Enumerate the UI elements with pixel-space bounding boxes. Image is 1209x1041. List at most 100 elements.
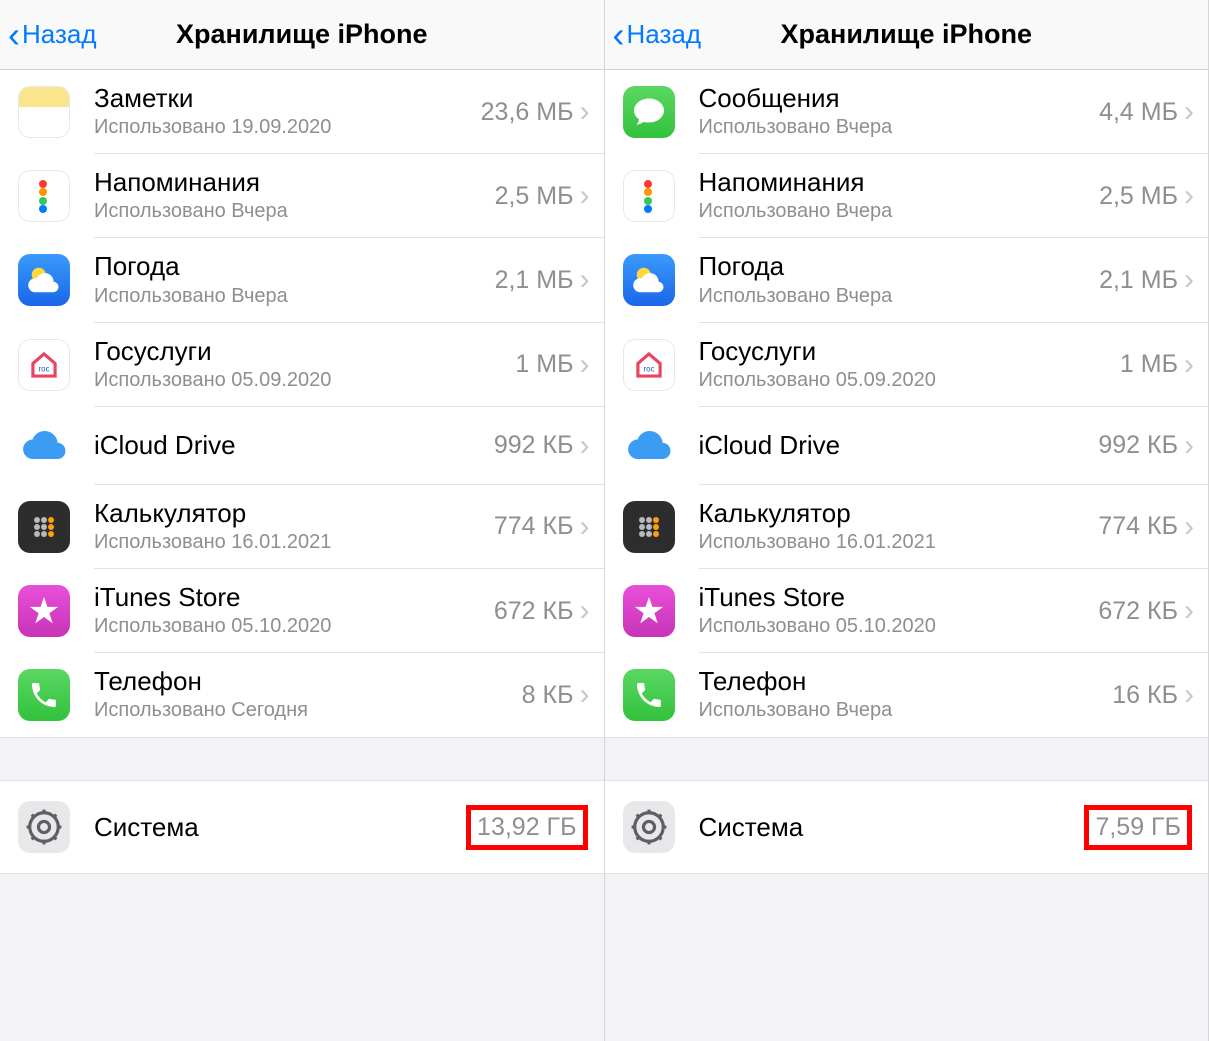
app-subtitle: Использовано Вчера [699, 283, 1100, 310]
app-row[interactable]: ТелефонИспользовано Вчера16 КБ› [605, 653, 1209, 737]
app-size: 23,6 МБ [481, 98, 574, 127]
app-name: Госуслуги [699, 336, 1120, 367]
app-size: 2,1 МБ [1099, 266, 1178, 295]
system-label: Система [699, 812, 1085, 843]
app-text: ТелефонИспользовано Сегодня [94, 666, 522, 724]
app-row[interactable]: ТелефонИспользовано Сегодня8 КБ› [0, 653, 604, 737]
app-size: 774 КБ [494, 512, 574, 541]
bottom-spacer [605, 873, 1209, 1041]
app-text: НапоминанияИспользовано Вчера [699, 167, 1100, 225]
app-size: 992 КБ [1098, 431, 1178, 460]
nav-header: ‹ Назад Хранилище iPhone [0, 0, 604, 70]
app-name: iTunes Store [699, 582, 1099, 613]
app-row[interactable]: КалькуляторИспользовано 16.01.2021774 КБ… [605, 485, 1209, 569]
app-size: 774 КБ [1098, 512, 1178, 541]
chevron-right-icon: › [1184, 97, 1194, 127]
app-name: Напоминания [94, 167, 495, 198]
app-text: iTunes StoreИспользовано 05.10.2020 [699, 582, 1099, 640]
app-name: Госуслуги [94, 336, 515, 367]
chevron-right-icon: › [580, 431, 590, 461]
back-button[interactable]: ‹ Назад [605, 17, 702, 53]
messages-icon [623, 86, 675, 138]
app-size: 1 МБ [1120, 350, 1178, 379]
app-text: iCloud Drive [94, 430, 494, 461]
storage-pane-right: ‹ Назад Хранилище iPhone СообщенияИсполь… [605, 0, 1209, 1041]
app-subtitle: Использовано 05.10.2020 [94, 613, 494, 640]
app-name: Напоминания [699, 167, 1100, 198]
app-name: Калькулятор [94, 498, 494, 529]
chevron-right-icon: › [580, 97, 590, 127]
app-size: 992 КБ [494, 431, 574, 460]
app-text: КалькуляторИспользовано 16.01.2021 [699, 498, 1099, 556]
section-gap [605, 737, 1209, 781]
app-row[interactable]: ЗаметкиИспользовано 19.09.202023,6 МБ› [0, 70, 604, 154]
weather-icon [18, 254, 70, 306]
app-subtitle: Использовано 16.01.2021 [699, 529, 1099, 556]
app-row[interactable]: iCloud Drive992 КБ› [605, 407, 1209, 485]
app-size: 1 МБ [515, 350, 573, 379]
app-text: ГосуслугиИспользовано 05.09.2020 [94, 336, 515, 394]
app-name: iCloud Drive [94, 430, 494, 461]
app-list: ЗаметкиИспользовано 19.09.202023,6 МБ›На… [0, 70, 604, 737]
chevron-right-icon: › [1184, 350, 1194, 380]
app-name: Телефон [699, 666, 1113, 697]
app-size: 672 КБ [1098, 597, 1178, 626]
app-row[interactable]: госГосуслугиИспользовано 05.09.20201 МБ› [605, 323, 1209, 407]
app-name: iTunes Store [94, 582, 494, 613]
highlight-box: 13,92 ГБ [466, 805, 587, 850]
chevron-right-icon: › [580, 596, 590, 626]
app-row[interactable]: iCloud Drive992 КБ› [0, 407, 604, 485]
chevron-right-icon: › [580, 265, 590, 295]
app-row[interactable]: iTunes StoreИспользовано 05.10.2020672 К… [605, 569, 1209, 653]
app-subtitle: Использовано 05.10.2020 [699, 613, 1099, 640]
system-size: 13,92 ГБ [477, 813, 576, 841]
system-row[interactable]: Система 7,59 ГБ [605, 781, 1209, 873]
chevron-right-icon: › [1184, 265, 1194, 295]
back-label: Назад [627, 19, 702, 50]
app-subtitle: Использовано 05.09.2020 [94, 367, 515, 394]
app-row[interactable]: госГосуслугиИспользовано 05.09.20201 МБ› [0, 323, 604, 407]
bottom-spacer [0, 873, 604, 1041]
app-row[interactable]: СообщенияИспользовано Вчера4,4 МБ› [605, 70, 1209, 154]
app-subtitle: Использовано Вчера [94, 198, 495, 225]
storage-pane-left: ‹ Назад Хранилище iPhone ЗаметкиИспользо… [0, 0, 605, 1041]
app-size: 16 КБ [1112, 681, 1178, 710]
chevron-right-icon: › [580, 350, 590, 380]
itunes-icon [623, 585, 675, 637]
gosuslugi-icon: гос [623, 339, 675, 391]
app-text: ТелефонИспользовано Вчера [699, 666, 1113, 724]
chevron-right-icon: › [580, 680, 590, 710]
app-size: 672 КБ [494, 597, 574, 626]
app-subtitle: Использовано 19.09.2020 [94, 114, 481, 141]
chevron-right-icon: › [1184, 431, 1194, 461]
system-label: Система [94, 812, 466, 843]
app-text: ПогодаИспользовано Вчера [699, 251, 1100, 309]
system-size: 7,59 ГБ [1095, 813, 1181, 841]
app-text: iTunes StoreИспользовано 05.10.2020 [94, 582, 494, 640]
svg-text:гос: гос [643, 364, 654, 373]
app-size: 2,5 МБ [495, 182, 574, 211]
icloud-icon [623, 420, 675, 472]
app-row[interactable]: НапоминанияИспользовано Вчера2,5 МБ› [605, 154, 1209, 238]
highlight-box: 7,59 ГБ [1084, 805, 1192, 850]
chevron-right-icon: › [580, 512, 590, 542]
app-list: СообщенияИспользовано Вчера4,4 МБ›Напоми… [605, 70, 1209, 737]
app-row[interactable]: ПогодаИспользовано Вчера2,1 МБ› [605, 238, 1209, 322]
chevron-right-icon: › [1184, 512, 1194, 542]
app-row[interactable]: КалькуляторИспользовано 16.01.2021774 КБ… [0, 485, 604, 569]
app-name: iCloud Drive [699, 430, 1099, 461]
app-row[interactable]: ПогодаИспользовано Вчера2,1 МБ› [0, 238, 604, 322]
app-subtitle: Использовано Вчера [699, 697, 1113, 724]
app-row[interactable]: iTunes StoreИспользовано 05.10.2020672 К… [0, 569, 604, 653]
app-subtitle: Использовано Вчера [94, 283, 495, 310]
app-text: ПогодаИспользовано Вчера [94, 251, 495, 309]
chevron-right-icon: › [580, 181, 590, 211]
section-gap [0, 737, 604, 781]
chevron-right-icon: › [1184, 680, 1194, 710]
back-button[interactable]: ‹ Назад [0, 17, 97, 53]
icloud-icon [18, 420, 70, 472]
gear-icon [623, 801, 675, 853]
app-name: Калькулятор [699, 498, 1099, 529]
system-row[interactable]: Система 13,92 ГБ [0, 781, 604, 873]
app-row[interactable]: НапоминанияИспользовано Вчера2,5 МБ› [0, 154, 604, 238]
